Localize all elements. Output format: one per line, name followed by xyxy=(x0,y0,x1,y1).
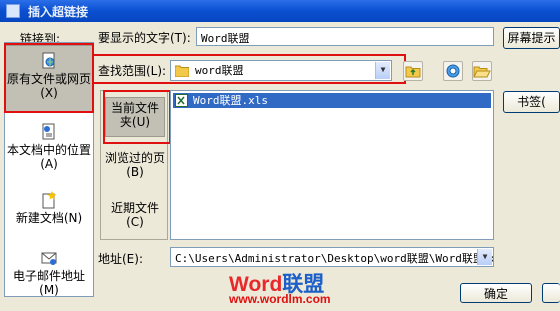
folder-icon xyxy=(175,65,189,77)
link-option-label: 本文档中的位置(A) xyxy=(6,143,91,171)
cancel-button-partial[interactable] xyxy=(542,283,560,303)
screen-tip-button[interactable]: 屏幕提示 xyxy=(503,27,560,49)
email-icon xyxy=(41,252,57,265)
look-in-select[interactable]: word联盟 ▼ xyxy=(170,60,392,81)
globe-search-icon xyxy=(446,64,460,78)
excel-file-icon xyxy=(175,94,188,107)
link-option-label: 新建文档(N) xyxy=(15,211,83,225)
shortcut-browsed-pages[interactable]: 浏览过的页(B) xyxy=(105,151,165,183)
ok-button[interactable]: 确定 xyxy=(460,283,532,303)
browse-web-button[interactable] xyxy=(443,61,463,81)
link-option-document-place[interactable]: 本文档中的位置(A) xyxy=(5,123,93,171)
chevron-down-icon[interactable]: ▼ xyxy=(375,62,390,79)
address-input[interactable]: C:\Users\Administrator\Desktop\word联盟\Wo… xyxy=(170,247,494,267)
file-list: Word联盟.xls xyxy=(170,90,494,240)
bookmark-button[interactable]: 书签( xyxy=(503,91,560,113)
highlight-box-existing-file xyxy=(4,43,94,113)
address-value: C:\Users\Administrator\Desktop\word联盟\Wo… xyxy=(175,252,494,265)
link-option-new-document[interactable]: 新建文档(N) xyxy=(5,191,93,231)
browse-file-button[interactable] xyxy=(472,61,492,81)
look-in-value: word联盟 xyxy=(195,64,244,77)
file-row[interactable]: Word联盟.xls xyxy=(173,93,491,108)
display-text-input[interactable]: Word联盟 xyxy=(196,27,494,46)
window-title: 插入超链接 xyxy=(28,5,89,19)
shortcut-recent-files[interactable]: 近期文件(C) xyxy=(105,201,165,233)
document-place-icon xyxy=(42,123,55,140)
folder-up-icon xyxy=(405,66,421,78)
watermark-url: www.wordlm.com xyxy=(229,292,331,306)
address-label: 地址(E): xyxy=(98,252,143,266)
link-option-email[interactable]: 电子邮件地址(M) xyxy=(5,249,93,297)
link-option-label: 电子邮件地址(M) xyxy=(12,269,85,297)
new-document-icon xyxy=(42,191,57,209)
chevron-down-icon[interactable]: ▼ xyxy=(477,249,492,265)
up-folder-button[interactable] xyxy=(403,61,423,81)
open-folder-icon xyxy=(473,66,491,78)
highlight-box-current-folder xyxy=(103,90,171,144)
look-in-label: 查找范围(L): xyxy=(98,64,167,78)
window-icon xyxy=(6,4,20,18)
display-text-label: 要显示的文字(T): xyxy=(98,31,191,45)
file-name: Word联盟.xls xyxy=(193,94,268,107)
